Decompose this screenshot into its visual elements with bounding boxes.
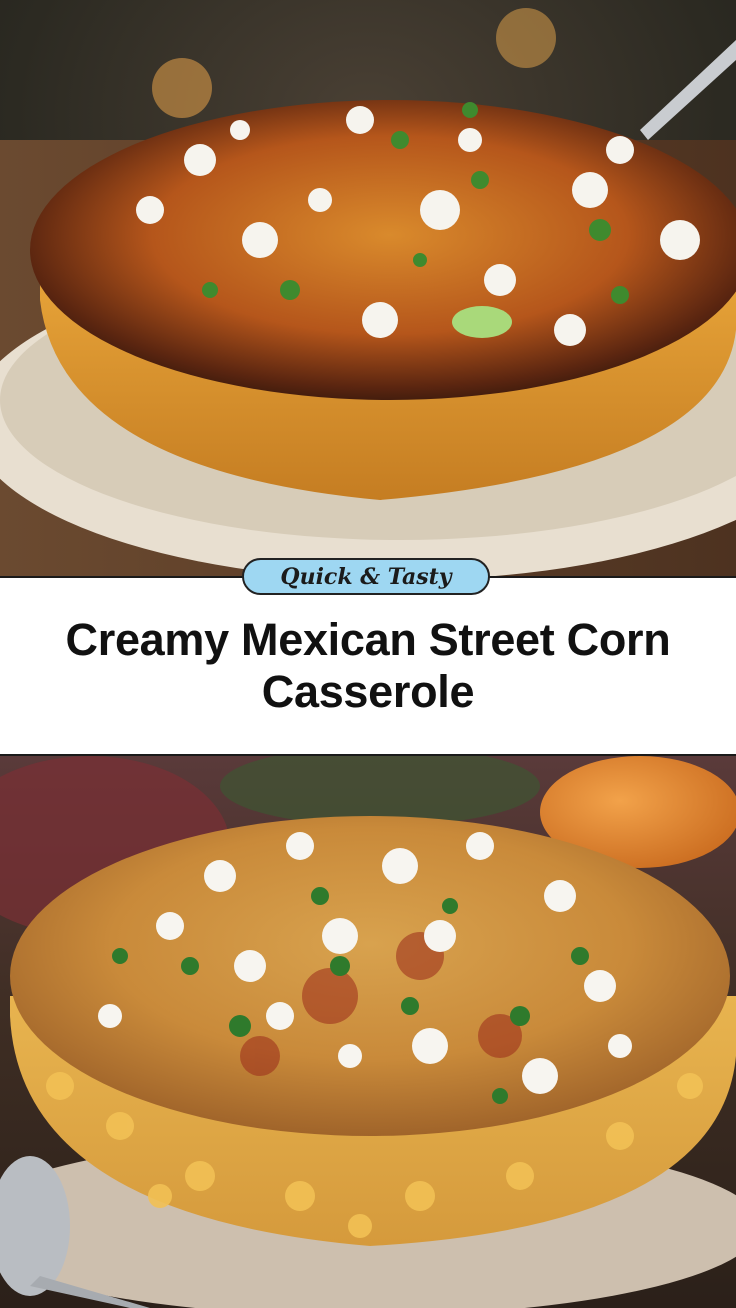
recipe-pin: Quick & Tasty Creamy Mexican Street Corn… xyxy=(0,0,736,1308)
recipe-title-line-1: Creamy Mexican Street Corn xyxy=(65,614,671,665)
recipe-title: Creamy Mexican Street Corn Casserole xyxy=(20,614,716,718)
casserole-photo-bottom xyxy=(0,756,736,1308)
casserole-photo-top-illustration xyxy=(0,0,736,576)
casserole-photo-bottom-illustration xyxy=(0,756,736,1308)
casserole-photo-top xyxy=(0,0,736,576)
quick-tasty-badge: Quick & Tasty xyxy=(242,558,490,595)
badge-label: Quick & Tasty xyxy=(280,563,452,590)
recipe-title-line-2: Casserole xyxy=(261,666,475,717)
